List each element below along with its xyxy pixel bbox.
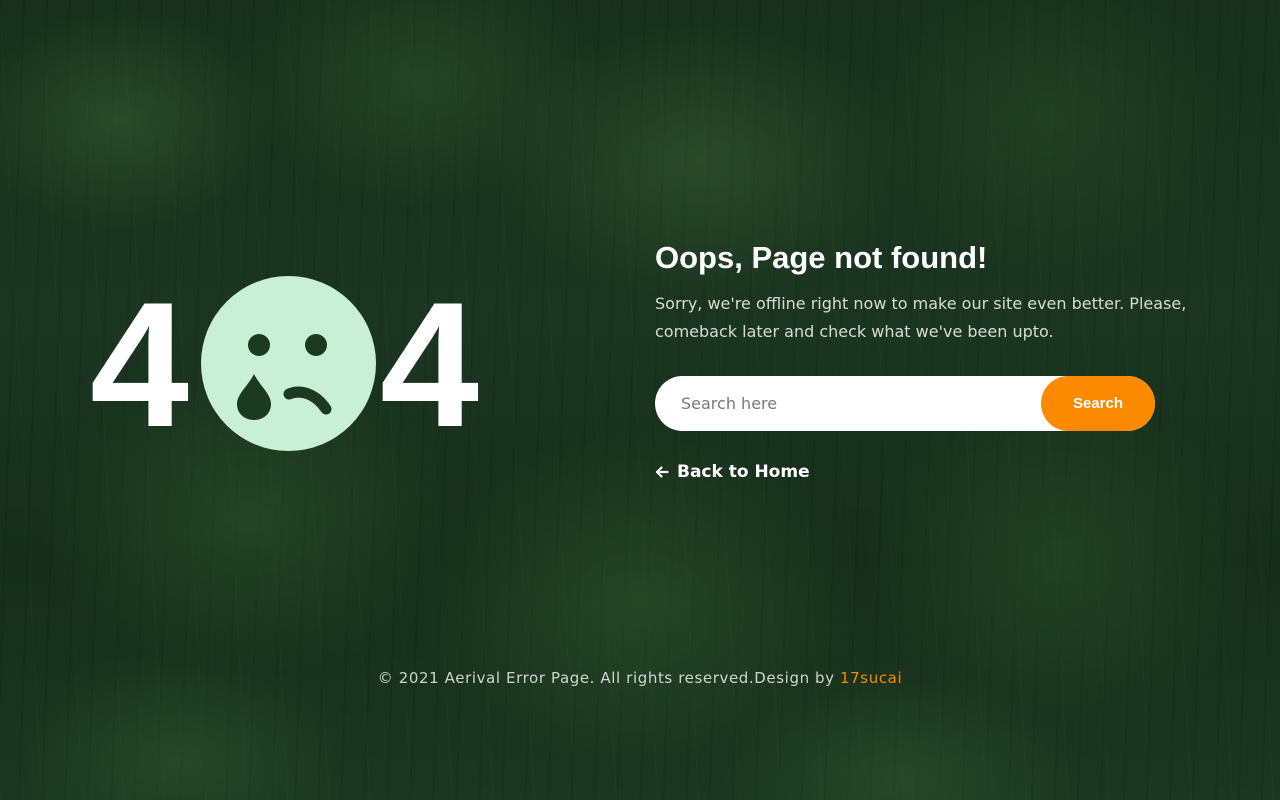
back-to-home-label: Back to Home <box>677 462 810 482</box>
arrow-left-icon <box>655 466 669 478</box>
crying-face-icon <box>201 276 376 451</box>
error-digit-right: 4 <box>380 265 479 464</box>
page-title: Oops, Page not found! <box>655 240 988 275</box>
error-content: Oops, Page not found! Sorry, we're offli… <box>655 236 1215 484</box>
footer-credit-link[interactable]: 17sucai <box>840 669 902 687</box>
search-form: Search <box>655 376 1155 431</box>
footer-copyright: © 2021 Aerival Error Page. All rights re… <box>377 669 841 687</box>
back-to-home-link[interactable]: Back to Home <box>655 461 810 483</box>
error-code-404: 4 4 <box>90 270 490 460</box>
error-message: Sorry, we're offline right now to make o… <box>655 294 1187 341</box>
search-button[interactable]: Search <box>1041 376 1155 431</box>
footer: © 2021 Aerival Error Page. All rights re… <box>0 666 1280 690</box>
error-digit-left: 4 <box>90 265 189 464</box>
